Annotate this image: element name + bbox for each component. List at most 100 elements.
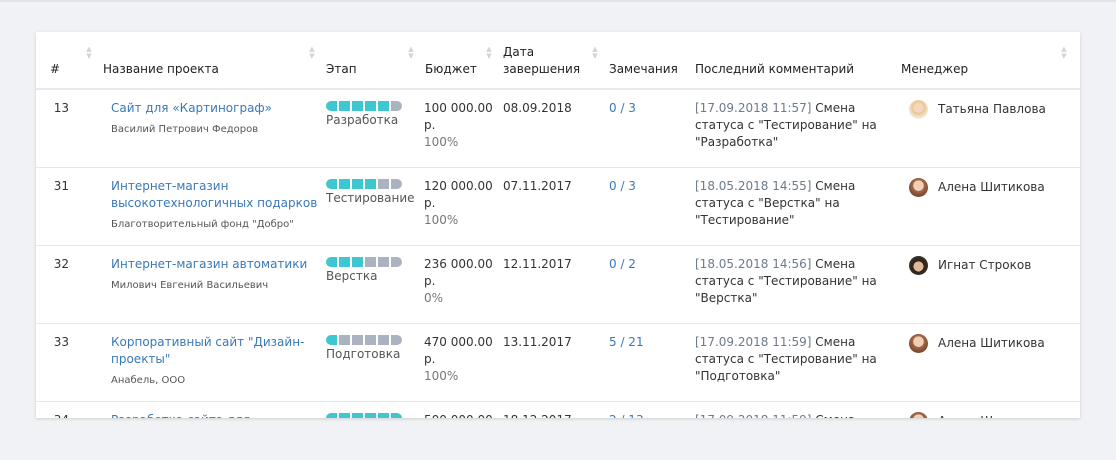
table-row[interactable]: 34 Разработка сайта для "Звездного старт… bbox=[36, 402, 1080, 418]
sort-icon[interactable]: ▲ ▼ bbox=[308, 46, 316, 60]
progress-segment bbox=[391, 179, 402, 189]
sort-icon[interactable]: ▲ ▼ bbox=[85, 46, 93, 60]
remarks-link[interactable]: 5 / 21 bbox=[609, 335, 644, 349]
last-comment: [18.05.2018 14:56] Смена статуса с "Тест… bbox=[687, 245, 893, 324]
progress-segment bbox=[391, 101, 402, 111]
progress-segment bbox=[365, 257, 376, 267]
budget-percent: 0% bbox=[424, 291, 444, 305]
progress-segment bbox=[326, 413, 337, 418]
header-remarks[interactable]: Замечания bbox=[601, 32, 687, 90]
avatar bbox=[909, 334, 928, 353]
progress-segment bbox=[352, 413, 363, 418]
header-stage[interactable]: Этап ▲ ▼ bbox=[318, 32, 417, 90]
progress-segment bbox=[339, 101, 350, 111]
last-comment: [17.09.2018 11:59] Смена статуса с "Подг… bbox=[687, 402, 893, 418]
project-link[interactable]: Корпоративный сайт "Дизайн-проекты" bbox=[111, 335, 304, 366]
progress-segment bbox=[391, 335, 402, 345]
table-row[interactable]: 31 Интернет-магазин высокотехнологичных … bbox=[36, 167, 1080, 246]
remarks-cell: 2 / 13 bbox=[601, 402, 687, 418]
sort-icon[interactable]: ▲ ▼ bbox=[485, 46, 493, 60]
remarks-link[interactable]: 0 / 3 bbox=[609, 101, 636, 115]
stage-progress bbox=[326, 101, 417, 111]
stage-label: Подготовка bbox=[326, 347, 401, 361]
project-cell: Интернет-магазин автоматики Милович Евген… bbox=[95, 245, 318, 324]
progress-segment bbox=[378, 413, 389, 418]
project-link[interactable]: Сайт для «Картинограф» bbox=[111, 101, 272, 115]
project-cell: Интернет-магазин высокотехнологичных под… bbox=[95, 167, 318, 246]
client-name: Милович Евгений Васильевич bbox=[111, 280, 269, 291]
table-row[interactable]: 33 Корпоративный сайт "Дизайн-проекты" Ан… bbox=[36, 323, 1080, 402]
project-link[interactable]: Разработка сайта для "Звездного старта" bbox=[111, 413, 250, 418]
remarks-link[interactable]: 0 / 2 bbox=[609, 257, 636, 271]
progress-segment bbox=[339, 257, 350, 267]
progress-segment bbox=[378, 257, 389, 267]
progress-segment bbox=[352, 257, 363, 267]
header-label: Дата завершения bbox=[503, 45, 581, 76]
due-date: 13.11.2017 bbox=[495, 323, 601, 402]
header-name[interactable]: Название проекта ▲ ▼ bbox=[95, 32, 318, 90]
remarks-link[interactable]: 2 / 13 bbox=[609, 413, 644, 418]
progress-segment bbox=[391, 257, 402, 267]
stage-cell: Разработка bbox=[318, 89, 417, 168]
sort-icon[interactable]: ▲ ▼ bbox=[1060, 46, 1068, 60]
header-label: Менеджер bbox=[901, 62, 969, 76]
header-num[interactable]: # ▲ ▼ bbox=[36, 32, 95, 90]
budget-value: 120 000.00 р. bbox=[424, 179, 493, 210]
due-date: 07.11.2017 bbox=[495, 167, 601, 246]
progress-segment bbox=[339, 413, 350, 418]
client-name: Благотворительный фонд "Добро" bbox=[111, 219, 294, 230]
project-id: 31 bbox=[36, 167, 95, 246]
header-manager[interactable]: Менеджер ▲ ▼ bbox=[893, 32, 1080, 90]
project-link[interactable]: Интернет-магазин автоматики bbox=[111, 257, 307, 271]
budget-value: 500 000.00 р. bbox=[424, 412, 495, 418]
header-label: Бюджет bbox=[425, 62, 477, 76]
manager-name: Татьяна Павлова bbox=[938, 102, 1046, 116]
manager-name: Алена Шитикова bbox=[938, 336, 1045, 350]
header-date[interactable]: Дата завершения ▲ ▼ bbox=[495, 32, 601, 90]
manager-name: Алена Шитикова bbox=[938, 413, 1045, 418]
stage-progress bbox=[326, 335, 417, 345]
sort-icon[interactable]: ▲ ▼ bbox=[407, 46, 415, 60]
progress-segment bbox=[365, 179, 376, 189]
avatar bbox=[909, 412, 928, 418]
header-label: Название проекта bbox=[103, 62, 219, 76]
manager-name: Алена Шитикова bbox=[938, 180, 1045, 194]
budget-cell: 470 000.00 р. 100% bbox=[417, 323, 495, 402]
budget-cell: 120 000.00 р. 100% bbox=[417, 167, 495, 246]
due-date: 12.11.2017 bbox=[495, 245, 601, 324]
comment-timestamp: [17.09.2018 11:59] bbox=[695, 413, 811, 418]
remarks-cell: 5 / 21 bbox=[601, 323, 687, 402]
last-comment: [17.09.2018 11:59] Смена статуса с "Тест… bbox=[687, 323, 893, 402]
header-budget[interactable]: Бюджет ▲ ▼ bbox=[417, 32, 495, 90]
progress-segment bbox=[326, 101, 337, 111]
budget-cell: 100 000.00 р. 100% bbox=[417, 89, 495, 168]
budget-value: 100 000.00 р. bbox=[424, 101, 493, 132]
stage-progress bbox=[326, 257, 417, 267]
sort-icon[interactable]: ▲ ▼ bbox=[591, 46, 599, 60]
remarks-link[interactable]: 0 / 3 bbox=[609, 179, 636, 193]
progress-segment bbox=[365, 335, 376, 345]
comment-timestamp: [17.09.2018 11:57] bbox=[695, 101, 812, 115]
budget-percent: 100% bbox=[424, 135, 459, 149]
table-row[interactable]: 32 Интернет-магазин автоматики Милович Ев… bbox=[36, 245, 1080, 324]
budget-cell: 236 000.00 р. 0% bbox=[417, 245, 495, 324]
client-name: Анабель, ООО bbox=[111, 375, 186, 386]
progress-segment bbox=[352, 101, 363, 111]
header-comment[interactable]: Последний комментарий bbox=[687, 32, 893, 90]
project-id: 33 bbox=[36, 323, 95, 402]
budget-value: 470 000.00 р. bbox=[424, 335, 493, 366]
projects-table: # ▲ ▼ Название проекта ▲ ▼ Этап ▲ ▼ Бюджет ▲ ▼ Д… bbox=[36, 32, 1080, 418]
project-cell: Разработка сайта для "Звездного старта"Г… bbox=[95, 402, 318, 418]
table-row[interactable]: 13 Сайт для «Картинограф» Василий Петрови… bbox=[36, 89, 1080, 168]
stage-progress bbox=[326, 179, 417, 189]
stage-label: Тестирование bbox=[326, 191, 415, 205]
project-id: 32 bbox=[36, 245, 95, 324]
stage-cell: Верстка bbox=[318, 245, 417, 324]
project-link[interactable]: Интернет-магазин высокотехнологичных под… bbox=[111, 179, 317, 210]
header-label: Этап bbox=[326, 62, 357, 76]
progress-segment bbox=[352, 179, 363, 189]
avatar bbox=[909, 100, 928, 119]
project-cell: Сайт для «Картинограф» Василий Петрович Ф… bbox=[95, 89, 318, 168]
progress-segment bbox=[365, 101, 376, 111]
manager-cell: Алена Шитикова bbox=[893, 323, 1080, 402]
